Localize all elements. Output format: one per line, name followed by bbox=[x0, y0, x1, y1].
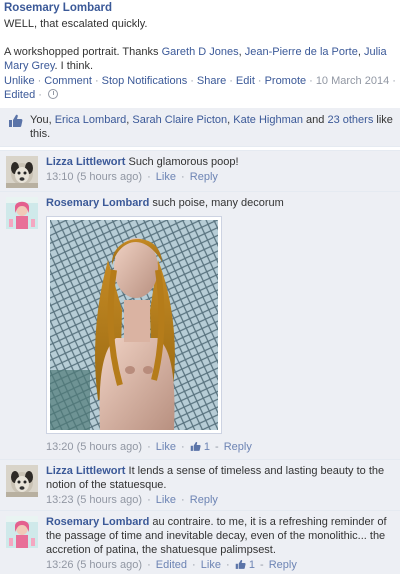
comment-body: Rosemary Lombard such poise, many decoru… bbox=[46, 196, 394, 456]
comment-like-link[interactable]: Like bbox=[201, 559, 221, 571]
post-author[interactable]: Rosemary Lombard bbox=[4, 2, 112, 14]
comment: Rosemary Lombard au contraire. to me, it… bbox=[0, 510, 400, 574]
comment-author[interactable]: Lizza Littlewort bbox=[46, 465, 125, 477]
comment-author[interactable]: Lizza Littlewort bbox=[46, 156, 125, 168]
likes-you: You bbox=[30, 114, 49, 126]
comment-meta: 13:23 (5 hours ago) · Like · Reply bbox=[46, 493, 394, 507]
comment-body: Lizza Littlewort It lends a sense of tim… bbox=[46, 464, 394, 507]
comment-like-link[interactable]: Like bbox=[156, 441, 176, 453]
tag-gareth[interactable]: Gareth D Jones bbox=[162, 46, 239, 58]
unlike-link[interactable]: Unlike bbox=[4, 75, 35, 87]
tag-jean-pierre[interactable]: Jean-Pierre de la Porte bbox=[245, 46, 358, 58]
comment-body: Rosemary Lombard au contraire. to me, it… bbox=[46, 515, 394, 574]
post-line-1: WELL, that escalated quickly. bbox=[4, 18, 148, 30]
post: Rosemary Lombard WELL, that escalated qu… bbox=[0, 0, 405, 102]
post-actions: Unlike · Comment · Stop Notifications · Share ·… bbox=[4, 74, 401, 102]
dot-separator: · bbox=[38, 89, 42, 101]
post-line-2-prefix: A workshopped portrait. Thanks bbox=[4, 46, 162, 58]
dot-separator: · bbox=[257, 75, 262, 87]
comment: Lizza Littlewort Such glamorous poop! 13… bbox=[0, 150, 400, 191]
comment-text: Such glamorous poop! bbox=[128, 156, 239, 168]
comment-time[interactable]: 13:26 (5 hours ago) bbox=[46, 559, 142, 571]
dot-separator: · bbox=[144, 171, 154, 183]
promote-link[interactable]: Promote bbox=[265, 75, 307, 87]
dot-separator: · bbox=[190, 75, 194, 87]
dot-separator: · bbox=[392, 75, 396, 87]
liker-erica[interactable]: Erica Lombard bbox=[55, 114, 127, 126]
stop-notifications-link[interactable]: Stop Notifications bbox=[102, 75, 188, 87]
comment-text: such poise, many decorum bbox=[152, 197, 284, 209]
comment-meta: 13:10 (5 hours ago) · Like · Reply bbox=[46, 170, 394, 184]
clock-icon[interactable] bbox=[47, 89, 58, 99]
comment-photo[interactable] bbox=[46, 216, 222, 434]
comment-reply-link[interactable]: Reply bbox=[269, 559, 297, 571]
comment-author[interactable]: Rosemary Lombard bbox=[46, 197, 149, 209]
dot-separator: · bbox=[177, 494, 188, 506]
comment-time[interactable]: 13:10 (5 hours ago) bbox=[46, 171, 142, 183]
comment-meta: 13:20 (5 hours ago) · Like · 1 - Reply bbox=[46, 440, 394, 456]
edit-link[interactable]: Edit bbox=[236, 75, 255, 87]
dot-separator: · bbox=[222, 559, 233, 571]
post-line-2: A workshopped portrait. Thanks Gareth D … bbox=[4, 45, 401, 73]
dot-separator: - bbox=[211, 441, 222, 453]
dot-separator: · bbox=[94, 75, 99, 87]
comment-reply-link[interactable]: Reply bbox=[190, 171, 218, 183]
thumbs-up-icon bbox=[190, 441, 201, 456]
avatar[interactable] bbox=[6, 465, 38, 497]
liker-sarah[interactable]: Sarah Claire Picton bbox=[132, 114, 227, 126]
post-date[interactable]: 10 March 2014 bbox=[316, 75, 389, 87]
dot-separator: · bbox=[177, 171, 188, 183]
comment-like-link[interactable]: Like bbox=[156, 171, 176, 183]
dot-separator: · bbox=[309, 75, 313, 87]
avatar[interactable] bbox=[6, 156, 38, 188]
comment-like-link[interactable]: Like bbox=[156, 494, 176, 506]
dot-separator: · bbox=[144, 441, 154, 453]
dot-separator: · bbox=[189, 559, 199, 571]
likes-text: You, Erica Lombard, Sarah Claire Picton,… bbox=[30, 113, 394, 141]
liker-kate[interactable]: Kate Highman bbox=[233, 114, 303, 126]
thumbs-up-icon bbox=[8, 114, 24, 141]
comment-meta: 13:26 (5 hours ago) · Edited · Like · 1 … bbox=[46, 558, 394, 574]
avatar[interactable] bbox=[6, 197, 38, 229]
share-link[interactable]: Share bbox=[197, 75, 226, 87]
feedback-section: You, Erica Lombard, Sarah Claire Picton,… bbox=[0, 108, 400, 574]
post-text: WELL, that escalated quickly. A workshop… bbox=[4, 17, 401, 73]
post-line-2-suffix: . I think. bbox=[54, 60, 94, 72]
comment-link[interactable]: Comment bbox=[44, 75, 92, 87]
likes-summary: You, Erica Lombard, Sarah Claire Picton,… bbox=[0, 108, 400, 147]
avatar[interactable] bbox=[6, 516, 38, 548]
comment: Rosemary Lombard such poise, many decoru… bbox=[0, 191, 400, 459]
dot-separator: · bbox=[177, 441, 188, 453]
comment-time[interactable]: 13:23 (5 hours ago) bbox=[46, 494, 142, 506]
comment-time[interactable]: 13:20 (5 hours ago) bbox=[46, 441, 142, 453]
dot-separator: · bbox=[144, 559, 154, 571]
likes-and: and bbox=[302, 114, 328, 126]
dot-separator: · bbox=[37, 75, 42, 87]
edited-link[interactable]: Edited bbox=[4, 89, 35, 101]
comment-edited-link[interactable]: Edited bbox=[156, 559, 187, 571]
dot-separator: - bbox=[256, 559, 267, 571]
comment: Lizza Littlewort It lends a sense of tim… bbox=[0, 459, 400, 510]
post-container: Rosemary Lombard WELL, that escalated qu… bbox=[0, 0, 405, 574]
comment-reply-link[interactable]: Reply bbox=[224, 441, 252, 453]
comment-reply-link[interactable]: Reply bbox=[190, 494, 218, 506]
likes-others-link[interactable]: 23 others bbox=[327, 114, 373, 126]
dot-separator: · bbox=[144, 494, 154, 506]
thumbs-up-icon bbox=[235, 559, 246, 574]
comment-body: Lizza Littlewort Such glamorous poop! 13… bbox=[46, 155, 394, 188]
dot-separator: · bbox=[229, 75, 233, 87]
comment-author[interactable]: Rosemary Lombard bbox=[46, 516, 149, 528]
